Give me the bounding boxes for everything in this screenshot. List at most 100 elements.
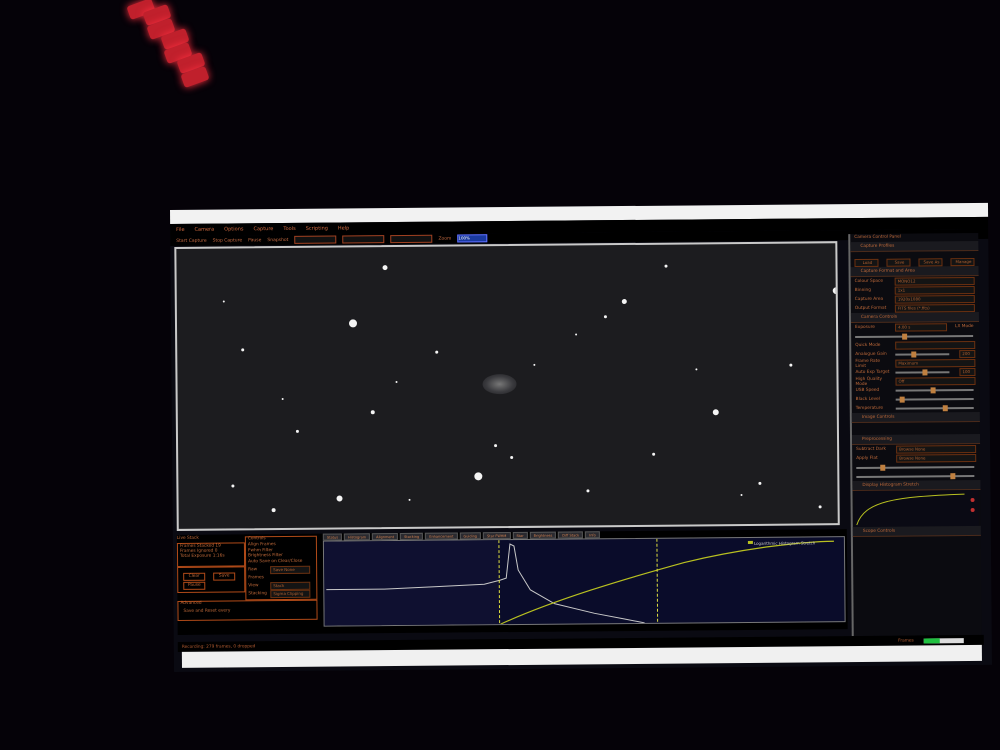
auto-exp-value[interactable]: 100 <box>959 367 976 376</box>
tab-guiding[interactable]: Guiding <box>459 532 482 540</box>
star <box>336 495 343 502</box>
histogram-panel: Status Histogram Alignment Stacking Enha… <box>322 529 846 632</box>
gain-slider[interactable] <box>895 350 950 358</box>
clear-button[interactable]: Clear <box>183 572 206 581</box>
star <box>652 452 656 456</box>
histogram-plot[interactable]: Logarithmic Histogram Stretch <box>322 536 846 627</box>
field-label: Subtract Dark <box>856 446 887 453</box>
star <box>231 484 235 488</box>
field-label: Frame Rate Limit <box>855 358 880 369</box>
settings-icon[interactable] <box>970 508 975 513</box>
manage-button[interactable]: Manage <box>950 257 975 266</box>
tab-diff-stack[interactable]: Diff Stack <box>558 531 584 539</box>
star <box>474 472 483 481</box>
raw-frames-select[interactable]: Save None <box>270 565 311 575</box>
zoom-select[interactable]: 100% <box>457 234 488 243</box>
hq-mode-select[interactable]: Off <box>895 376 976 386</box>
quick-mode-select[interactable] <box>895 340 976 350</box>
auto-save-checkbox[interactable]: Auto Save on Clear/Close <box>248 558 302 564</box>
menu-capture[interactable]: Capture <box>253 226 273 232</box>
zoom-label: Zoom <box>438 236 452 242</box>
gain-value[interactable]: 200 <box>959 349 976 358</box>
field-label: Apply Flat <box>856 455 878 462</box>
menu-camera[interactable]: Camera <box>195 227 215 233</box>
frames-progress <box>923 637 964 643</box>
reset-icon[interactable] <box>970 498 975 503</box>
field-label: Capture Area <box>854 296 884 303</box>
load-button[interactable]: Load <box>854 258 879 267</box>
star <box>510 456 514 460</box>
tab-star[interactable]: Star <box>512 531 528 540</box>
star <box>281 398 284 401</box>
capture-area-select[interactable]: 1920x1080 <box>894 294 975 304</box>
tab-status[interactable]: Status <box>322 533 343 541</box>
live-stack-panel: Live Stack Frames Stacked 19 Frames Igno… <box>177 534 318 633</box>
field-label: High Quality Mode <box>855 376 883 387</box>
field-label: Auto Exp Target <box>855 369 890 376</box>
tab-alignment[interactable]: Alignment <box>372 533 399 541</box>
snapshot-button[interactable]: Snapshot <box>267 237 288 242</box>
menu-file[interactable]: File <box>176 227 184 233</box>
field-label: Colour Space <box>854 278 884 285</box>
preproc-slider[interactable] <box>856 464 975 471</box>
star <box>370 410 375 415</box>
bottom-panel: Live Stack Frames Stacked 19 Frames Igno… <box>176 529 848 635</box>
star <box>533 363 536 366</box>
tab-brightness[interactable]: Brightness <box>529 531 557 539</box>
star <box>789 363 793 367</box>
light-frames-input[interactable] <box>342 235 385 244</box>
tab-histogram[interactable]: Histogram <box>343 533 371 541</box>
camera-control-panel: Camera Control Panel Capture Profiles Lo… <box>848 232 982 637</box>
menu-tools[interactable]: Tools <box>283 226 295 232</box>
exposure-slider[interactable] <box>855 333 974 340</box>
status-text: Recording: 279 frames, 0 dropped <box>181 643 256 650</box>
output-format-select[interactable]: FITS files (*.fits) <box>894 303 975 313</box>
star <box>586 489 590 493</box>
stacking-select[interactable]: Sigma Clipping <box>270 589 311 599</box>
star <box>575 333 578 336</box>
usb-speed-slider[interactable] <box>895 386 974 393</box>
stop-capture-button[interactable]: Stop Capture <box>213 238 243 243</box>
lx-mode-checkbox[interactable]: LX Mode <box>955 324 979 329</box>
field-label: Temperature <box>855 405 883 412</box>
exposure-input[interactable]: 4.00 s <box>895 322 948 332</box>
black-level-slider[interactable] <box>895 396 974 403</box>
field-label: Analogue Gain <box>855 351 887 358</box>
menu-help[interactable]: Help <box>338 225 349 231</box>
colour-space-select[interactable]: MONO12 <box>894 276 975 286</box>
save-reset-checkbox[interactable]: Save and Reset every <box>183 608 230 613</box>
stat-value: 1:16s <box>212 553 225 559</box>
subtract-dark-field[interactable]: Browse None <box>896 444 977 454</box>
pause-button[interactable]: Pause <box>248 238 261 243</box>
target-name-input[interactable] <box>294 235 337 244</box>
auto-exp-slider[interactable] <box>895 368 950 375</box>
temperature-slider[interactable] <box>895 404 974 411</box>
apply-flat-field[interactable]: Browse None <box>896 453 977 463</box>
tab-stacking[interactable]: Stacking <box>400 532 424 541</box>
tab-info[interactable]: Info <box>585 531 600 539</box>
save-as-button[interactable]: Save As <box>918 257 943 266</box>
controls-title: Controls <box>247 536 266 542</box>
image-preview[interactable] <box>174 241 840 531</box>
histogram-left-region <box>323 540 500 627</box>
save-stack-button[interactable]: Save <box>213 572 236 581</box>
white-point-marker[interactable] <box>656 538 659 625</box>
tab-star-fwhm[interactable]: Star FWHM <box>482 532 511 540</box>
tab-enhancement[interactable]: Enhancement <box>425 532 458 540</box>
star <box>222 300 225 303</box>
start-capture-button[interactable]: Start Capture <box>176 238 206 243</box>
pause-stack-button[interactable]: Pause <box>183 581 206 590</box>
save-button[interactable]: Save <box>886 258 911 267</box>
section-scope-controls[interactable]: Scope Controls <box>852 525 981 538</box>
star <box>271 508 276 513</box>
frame-rate-select[interactable]: Maximum <box>895 358 976 368</box>
frames-label: Frames <box>898 638 914 644</box>
menu-options[interactable]: Options <box>224 226 243 232</box>
star <box>348 319 358 328</box>
menu-scripting[interactable]: Scripting <box>306 226 328 232</box>
advanced-title: Advanced <box>180 600 202 606</box>
binning-select[interactable]: 1x1 <box>894 285 975 295</box>
filter-input[interactable] <box>390 234 433 244</box>
preproc-slider-2[interactable] <box>856 472 975 479</box>
field-label: Quick Mode <box>855 342 881 349</box>
